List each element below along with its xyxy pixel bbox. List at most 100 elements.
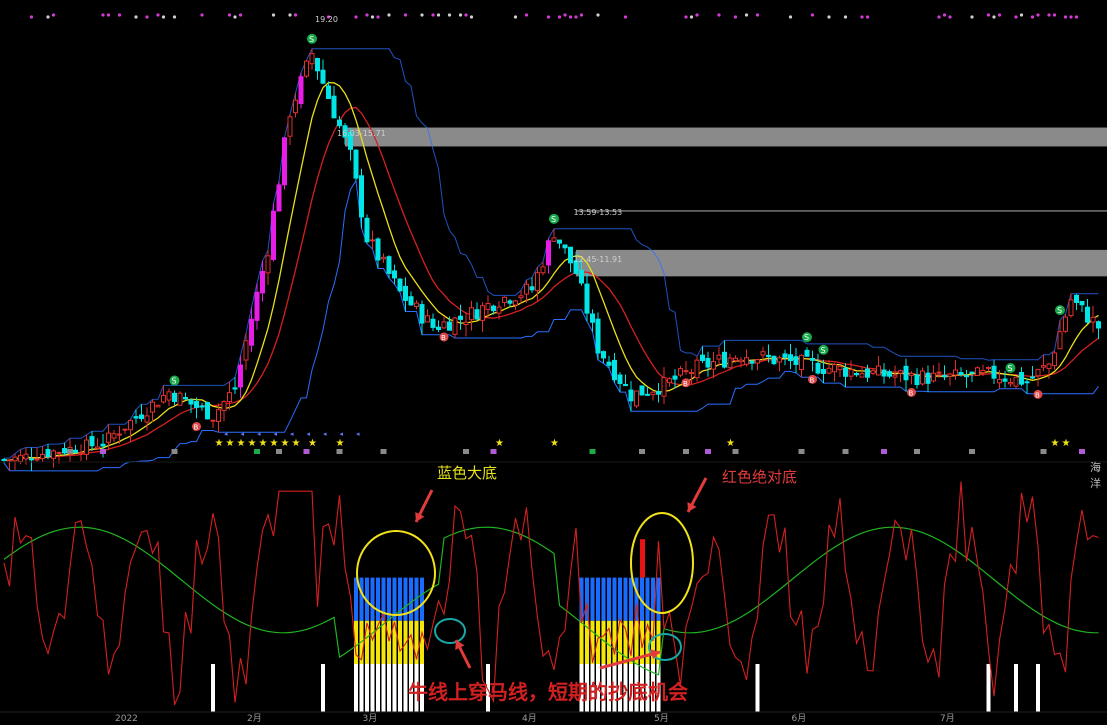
candle-body [40, 453, 45, 460]
candle-body [337, 119, 342, 127]
blue-bottom-label: 蓝色大底 [437, 464, 498, 482]
candle-body [722, 351, 727, 368]
candle-body [777, 357, 782, 363]
white-signal-bar [986, 664, 991, 712]
yellow-star: ★ [495, 438, 504, 449]
candle-body [738, 359, 744, 363]
signal-dot [117, 13, 122, 17]
candle-body [997, 378, 1002, 384]
sell-marker-text: S [1008, 364, 1013, 373]
blue-signal-bar [645, 577, 650, 621]
signal-dot [1069, 15, 1073, 19]
candle-body [760, 351, 766, 356]
candle-body [232, 387, 238, 390]
candle-body [150, 401, 155, 413]
candle-body [744, 357, 749, 365]
candle-body [991, 365, 997, 379]
candle-body [1046, 363, 1052, 369]
candle-body [133, 416, 139, 419]
candle-body [309, 53, 315, 65]
x-tick-label: 7月 [940, 713, 955, 724]
yellow-signal-bar [370, 620, 375, 664]
candle-body [359, 175, 364, 218]
candle-body [194, 401, 199, 408]
signal-dot [970, 15, 974, 19]
white-signal-bar [359, 664, 364, 712]
oscillator-line-red [3, 481, 1099, 706]
signal-dot [997, 13, 1002, 17]
candle-body [447, 321, 452, 331]
signal-dot [106, 13, 111, 17]
signal-square [683, 449, 689, 454]
candle-body [144, 415, 150, 423]
signal-dot [937, 15, 941, 19]
candle-body [172, 392, 177, 403]
candle-body [1096, 321, 1101, 329]
signal-square [380, 449, 387, 454]
signal-square [881, 449, 887, 454]
candle-body [832, 364, 837, 373]
candle-body [931, 372, 936, 382]
candle-body [469, 307, 474, 321]
candle-body [18, 454, 23, 462]
signal-dot [1019, 13, 1024, 17]
candle-body [601, 351, 606, 359]
candle-body [947, 373, 953, 377]
candle-body [205, 402, 210, 420]
signal-dot [717, 13, 721, 17]
white-signal-bar [365, 664, 369, 712]
candle-body [815, 362, 821, 374]
candle-body [986, 366, 991, 369]
candle-body [694, 359, 700, 379]
candle-body [788, 354, 793, 362]
candle-body [287, 116, 293, 137]
candle-body [513, 300, 518, 306]
candle-body [975, 367, 980, 376]
signal-dot [755, 13, 760, 17]
signal-dot [596, 13, 600, 17]
candle-body [496, 306, 502, 314]
candle-body [221, 401, 227, 412]
candle-body [843, 367, 848, 377]
signal-square [732, 449, 739, 454]
candle-body [782, 353, 788, 358]
candle-body [51, 450, 56, 459]
signal-dot [1074, 15, 1079, 19]
candle-body [920, 370, 925, 385]
candle-body [260, 271, 265, 294]
candle-body [733, 357, 738, 362]
signal-square [67, 449, 73, 454]
candle-body [1068, 299, 1074, 317]
candle-body [964, 375, 969, 378]
candle-body [452, 317, 458, 335]
yellow-star: ★ [336, 438, 345, 449]
signal-dot [447, 13, 452, 17]
candle-body [617, 374, 623, 384]
candle-body [227, 392, 232, 403]
candle-body [881, 369, 887, 377]
signal-dot [200, 13, 204, 17]
blue-signal-bar [623, 577, 628, 621]
signal-dot [1014, 15, 1018, 19]
signal-square [254, 449, 260, 454]
signal-dot [420, 13, 424, 17]
candle-body [667, 378, 672, 384]
candle-body [392, 270, 397, 279]
candle-body [623, 384, 628, 387]
candle-body [364, 217, 370, 243]
candle-body [903, 365, 909, 381]
candle-body [254, 291, 260, 321]
signal-dot [579, 13, 584, 17]
sell-marker-text: S [309, 35, 314, 44]
buy-marker-text: B [810, 376, 815, 384]
blue-signal-bar [590, 577, 595, 621]
blue-signal-bar [376, 577, 380, 621]
white-signal-bar [392, 664, 397, 712]
signal-dot [810, 13, 815, 17]
candle-body [1052, 352, 1057, 367]
candle-body [78, 452, 84, 455]
signal-dot [145, 15, 149, 19]
candle-body [353, 149, 359, 179]
yellow-star: ★ [726, 438, 735, 449]
blue-triangle: ◂ [356, 430, 360, 438]
